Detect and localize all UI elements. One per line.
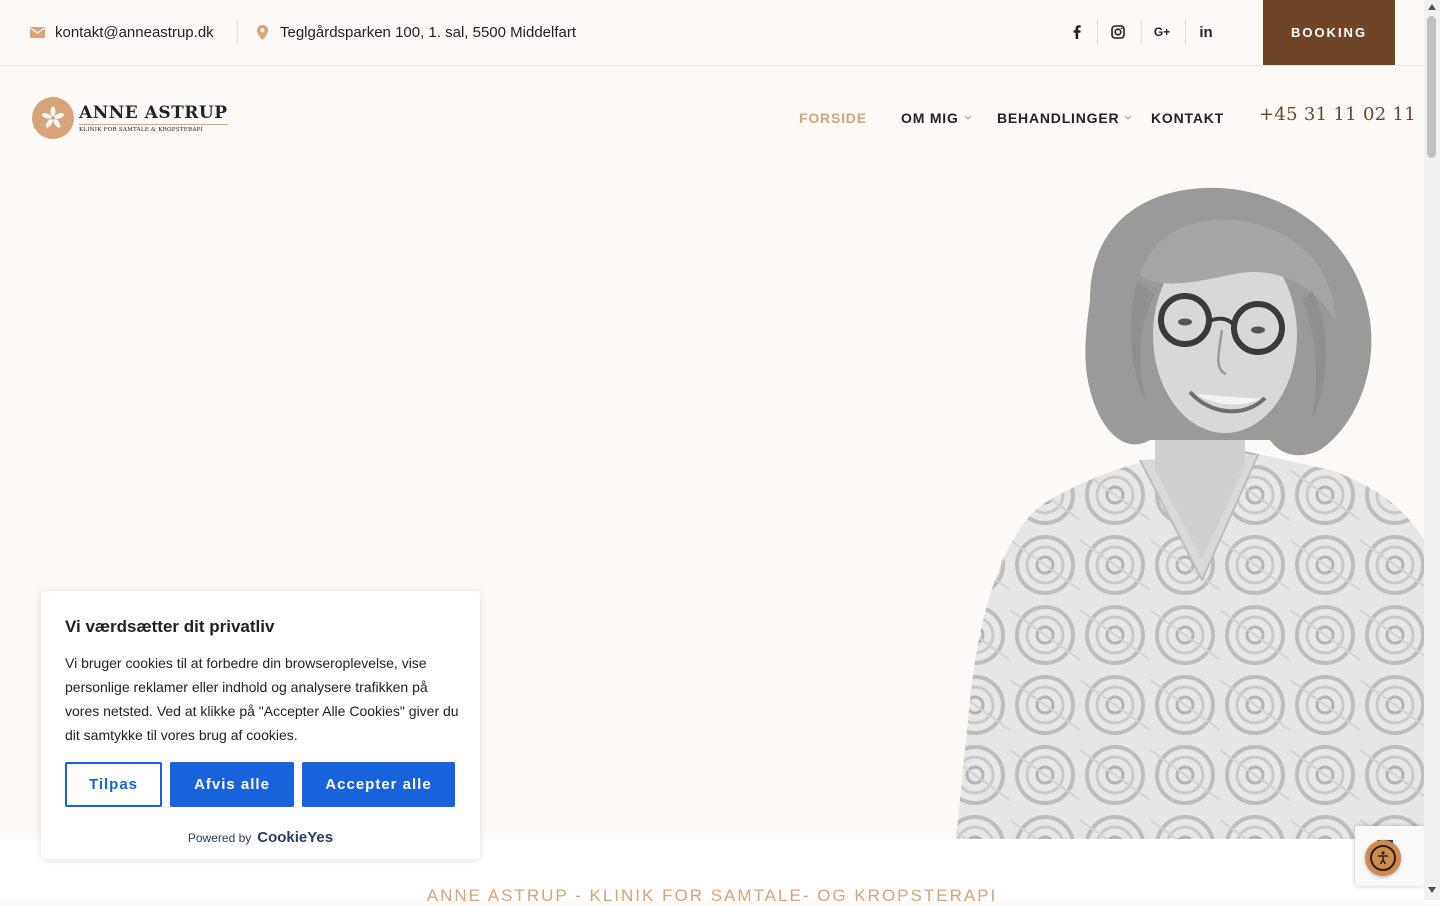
address-text: Teglgårdsparken 100, 1. sal, 5500 Middel…: [280, 23, 577, 41]
powered-by: Powered by CookieYes: [41, 829, 480, 846]
top-bar: kontakt@anneastrup.dk Teglgårdsparken 10…: [0, 0, 1424, 66]
nav-item-kontakt[interactable]: KONTAKT: [1151, 106, 1224, 130]
nav-item-forside[interactable]: FORSIDE: [799, 106, 867, 130]
cookieyes-logo[interactable]: CookieYes: [257, 829, 333, 846]
site-logo[interactable]: ANNE ASTRUP KLINIK FOR SAMTALE & KROPSTE…: [32, 96, 228, 140]
phone-number[interactable]: +45 31 11 02 11: [1259, 104, 1416, 125]
accessibility-icon: [1370, 845, 1396, 871]
booking-button[interactable]: BOOKING: [1263, 0, 1395, 65]
scrollbar-thumb[interactable]: [1427, 16, 1436, 158]
email-text[interactable]: kontakt@anneastrup.dk: [55, 24, 214, 41]
accessibility-button[interactable]: [1365, 840, 1401, 876]
reject-all-button[interactable]: Afvis alle: [170, 762, 294, 807]
cookie-title: Vi værdsætter dit privatliv: [65, 617, 275, 636]
logo-rule: [79, 123, 228, 125]
logo-subtitle: KLINIK FOR SAMTALE & KROPSTERAPI: [79, 126, 204, 133]
nav-item-behandlinger[interactable]: BEHANDLINGER: [997, 106, 1132, 130]
accept-all-button[interactable]: Accepter alle: [302, 762, 455, 807]
divider: [1185, 19, 1186, 45]
powered-by-label: Powered by: [187, 830, 252, 845]
google-plus-icon[interactable]: G+: [1149, 19, 1175, 45]
address-item: Teglgårdsparken 100, 1. sal, 5500 Middel…: [254, 0, 576, 64]
chevron-down-icon: [964, 113, 972, 124]
mail-icon: [29, 24, 45, 40]
nav-item-om-mig[interactable]: OM MIG: [901, 106, 972, 130]
facebook-icon[interactable]: [1064, 19, 1090, 45]
customize-button[interactable]: Tilpas: [65, 762, 162, 807]
map-pin-icon: [254, 24, 270, 40]
divider: [1141, 19, 1142, 45]
logo-flower-icon: [32, 97, 74, 139]
instagram-icon[interactable]: [1105, 19, 1131, 45]
logo-name: ANNE ASTRUP: [79, 102, 228, 123]
scroll-down-arrow-icon[interactable]: [1428, 887, 1436, 893]
logo-text: ANNE ASTRUP KLINIK FOR SAMTALE & KROPSTE…: [79, 104, 228, 133]
scroll-up-arrow-icon[interactable]: [1428, 4, 1436, 10]
email-link[interactable]: kontakt@anneastrup.dk: [29, 0, 214, 64]
hero-tagline: ANNE ASTRUP - KLINIK FOR SAMTALE- OG KRO…: [426, 886, 998, 905]
cookie-consent-banner: Vi værdsætter dit privatliv Vi bruger co…: [41, 591, 480, 859]
divider: [237, 19, 238, 45]
chevron-down-icon: [1124, 113, 1132, 124]
cookie-description: Vi bruger cookies til at forbedre din br…: [65, 655, 459, 743]
linkedin-icon[interactable]: in: [1193, 19, 1219, 45]
divider: [1097, 19, 1098, 45]
page-scrollbar[interactable]: [1424, 0, 1440, 900]
hero-portrait: [956, 187, 1424, 839]
